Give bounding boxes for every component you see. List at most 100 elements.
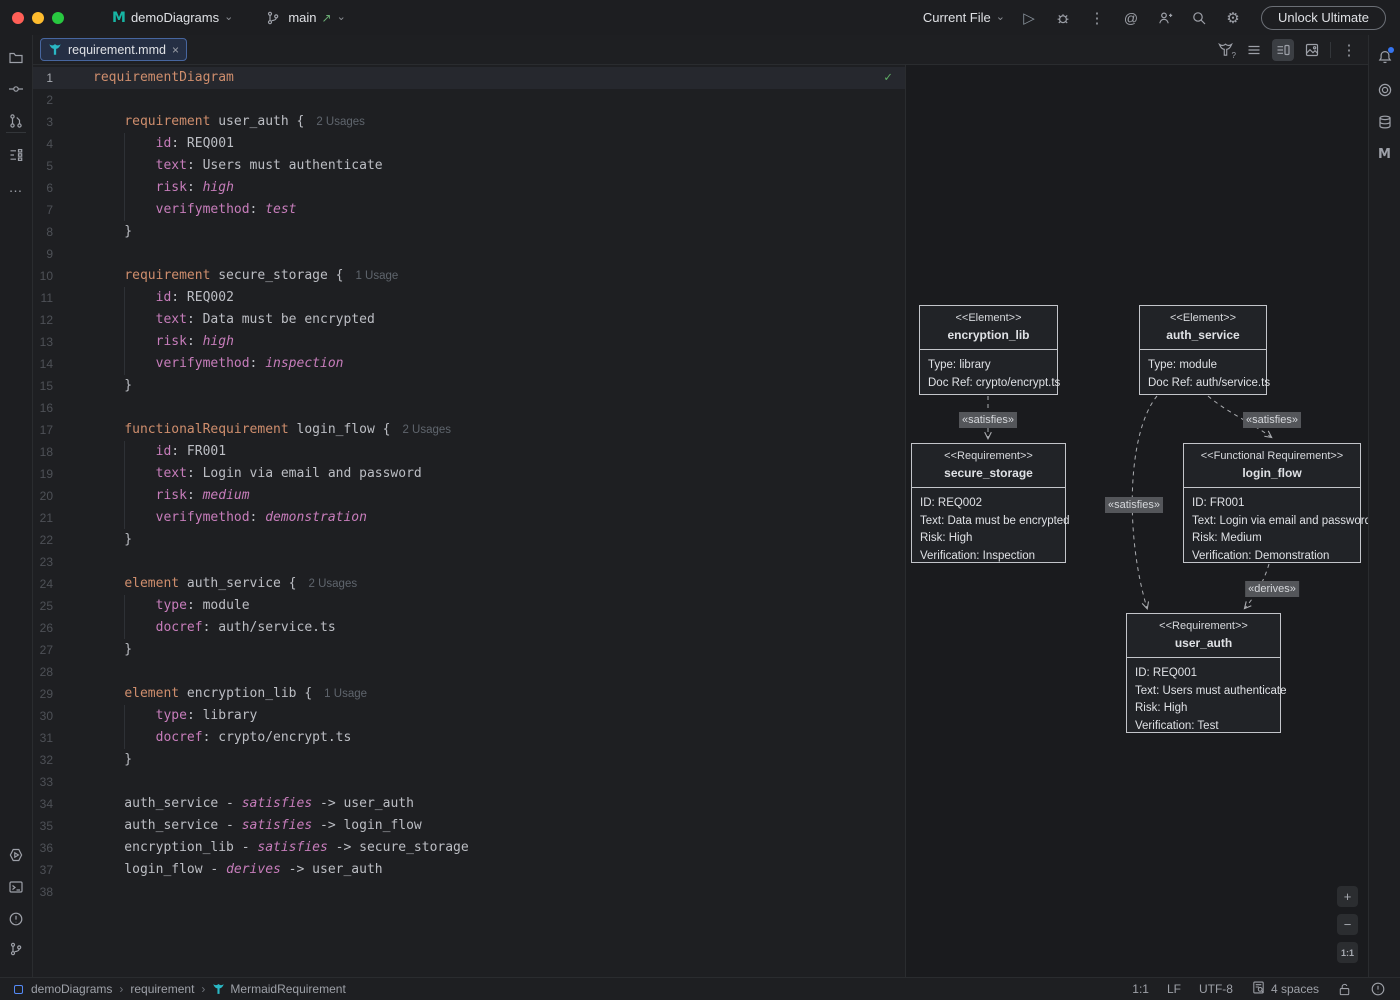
line-number[interactable]: 9 xyxy=(33,243,53,265)
line-number[interactable]: 4 xyxy=(33,133,53,155)
line-number[interactable]: 32 xyxy=(33,749,53,771)
line-number[interactable]: 37 xyxy=(33,859,53,881)
line-number[interactable]: 8 xyxy=(33,221,53,243)
code-line[interactable]: 29 element encryption_lib {1 Usage xyxy=(33,683,905,705)
debug-button[interactable] xyxy=(1053,8,1073,28)
code-line[interactable]: 27 } xyxy=(33,639,905,661)
line-number[interactable]: 16 xyxy=(33,397,53,419)
line-number[interactable]: 6 xyxy=(33,177,53,199)
m-plugin-icon[interactable]: M xyxy=(1375,144,1395,164)
tab-close-icon[interactable]: × xyxy=(172,43,179,57)
code-line[interactable]: 15 } xyxy=(33,375,905,397)
code-line[interactable]: 3 requirement user_auth {2 Usages xyxy=(33,111,905,133)
line-number[interactable]: 35 xyxy=(33,815,53,837)
zoom-out-button[interactable]: − xyxy=(1337,914,1358,935)
line-number[interactable]: 29 xyxy=(33,683,53,705)
code-line[interactable]: 12 text: Data must be encrypted xyxy=(33,309,905,331)
code-line[interactable]: 16 xyxy=(33,397,905,419)
window-zoom-button[interactable] xyxy=(52,12,64,24)
commit-tool-icon[interactable] xyxy=(6,79,26,99)
breadcrumb-element[interactable]: MermaidRequirement xyxy=(230,982,345,996)
code-line[interactable]: 8 } xyxy=(33,221,905,243)
code-line[interactable]: 4 id: REQ001 xyxy=(33,133,905,155)
line-number[interactable]: 23 xyxy=(33,551,53,573)
code-line[interactable]: 14 verifymethod: inspection xyxy=(33,353,905,375)
code-line[interactable]: 24 element auth_service {2 Usages xyxy=(33,573,905,595)
pull-requests-tool-icon[interactable] xyxy=(6,111,26,131)
line-number[interactable]: 24 xyxy=(33,573,53,595)
code-line[interactable]: 1requirementDiagram✓ xyxy=(33,67,905,89)
line-number[interactable]: 25 xyxy=(33,595,53,617)
line-number[interactable]: 10 xyxy=(33,265,53,287)
database-tool-icon[interactable] xyxy=(1375,112,1395,132)
code-line[interactable]: 31 docref: crypto/encrypt.ts xyxy=(33,727,905,749)
line-number[interactable]: 21 xyxy=(33,507,53,529)
code-line[interactable]: 28 xyxy=(33,661,905,683)
line-number[interactable]: 22 xyxy=(33,529,53,551)
unlock-ultimate-button[interactable]: Unlock Ultimate xyxy=(1261,6,1386,30)
code-line[interactable]: 22 } xyxy=(33,529,905,551)
line-number[interactable]: 13 xyxy=(33,331,53,353)
usages-inlay-hint[interactable]: 2 Usages xyxy=(309,578,358,590)
code-line[interactable]: 35 auth_service - satisfies -> login_flo… xyxy=(33,815,905,837)
split-view-icon[interactable] xyxy=(1272,39,1294,61)
code-line[interactable]: 11 id: REQ002 xyxy=(33,287,905,309)
more-actions-button[interactable]: ⋮ xyxy=(1087,8,1107,28)
line-number[interactable]: 33 xyxy=(33,771,53,793)
code-line[interactable]: 13 risk: high xyxy=(33,331,905,353)
preview-only-view-icon[interactable] xyxy=(1301,39,1323,61)
search-everywhere-icon[interactable] xyxy=(1189,8,1209,28)
code-line[interactable]: 9 xyxy=(33,243,905,265)
editor-only-view-icon[interactable] xyxy=(1243,39,1265,61)
line-number[interactable]: 15 xyxy=(33,375,53,397)
code-line[interactable]: 37 login_flow - derives -> user_auth xyxy=(33,859,905,881)
line-number[interactable]: 36 xyxy=(33,837,53,859)
code-line[interactable]: 6 risk: high xyxy=(33,177,905,199)
line-number[interactable]: 31 xyxy=(33,727,53,749)
run-configuration-select[interactable]: Current File ⌄ xyxy=(923,10,1005,25)
code-line[interactable]: 18 id: FR001 xyxy=(33,441,905,463)
code-line[interactable]: 25 type: module xyxy=(33,595,905,617)
code-line[interactable]: 30 type: library xyxy=(33,705,905,727)
window-close-button[interactable] xyxy=(12,12,24,24)
breadcrumb-file[interactable]: requirement xyxy=(130,982,194,996)
line-number[interactable]: 27 xyxy=(33,639,53,661)
line-number[interactable]: 18 xyxy=(33,441,53,463)
code-line[interactable]: 32 } xyxy=(33,749,905,771)
caret-position[interactable]: 1:1 xyxy=(1132,982,1149,996)
more-tools-icon[interactable]: … xyxy=(6,177,26,197)
line-number[interactable]: 5 xyxy=(33,155,53,177)
line-number[interactable]: 3 xyxy=(33,111,53,133)
run-button[interactable]: ▷ xyxy=(1019,8,1039,28)
code-line[interactable]: 34 auth_service - satisfies -> user_auth xyxy=(33,793,905,815)
ai-chat-tool-icon[interactable] xyxy=(1375,80,1395,100)
problems-tool-icon[interactable] xyxy=(6,909,26,929)
line-separator[interactable]: LF xyxy=(1167,982,1181,996)
usages-inlay-hint[interactable]: 1 Usage xyxy=(355,270,398,282)
code-line[interactable]: 2 xyxy=(33,89,905,111)
code-editor[interactable]: 1requirementDiagram✓23 requirement user_… xyxy=(33,65,905,977)
code-with-me-icon[interactable] xyxy=(1155,8,1175,28)
code-line[interactable]: 5 text: Users must authenticate xyxy=(33,155,905,177)
code-line[interactable]: 21 verifymethod: demonstration xyxy=(33,507,905,529)
usages-inlay-hint[interactable]: 2 Usages xyxy=(316,116,365,128)
line-number[interactable]: 20 xyxy=(33,485,53,507)
code-line[interactable]: 7 verifymethod: test xyxy=(33,199,905,221)
line-number[interactable]: 7 xyxy=(33,199,53,221)
line-number[interactable]: 28 xyxy=(33,661,53,683)
line-number[interactable]: 1 xyxy=(33,67,53,89)
code-line[interactable]: 19 text: Login via email and password xyxy=(33,463,905,485)
file-encoding[interactable]: UTF-8 xyxy=(1199,982,1233,996)
write-access-lock-icon[interactable] xyxy=(1337,982,1352,997)
code-line[interactable]: 33 xyxy=(33,771,905,793)
settings-gear-icon[interactable]: ⚙ xyxy=(1223,8,1243,28)
code-line[interactable]: 38 xyxy=(33,881,905,903)
code-line[interactable]: 36 encryption_lib - satisfies -> secure_… xyxy=(33,837,905,859)
usages-inlay-hint[interactable]: 1 Usage xyxy=(324,688,367,700)
line-number[interactable]: 26 xyxy=(33,617,53,639)
zoom-in-button[interactable]: + xyxy=(1337,886,1358,907)
mermaid-help-icon[interactable]: ? xyxy=(1214,39,1236,61)
git-tool-icon[interactable] xyxy=(6,939,26,959)
zoom-reset-button[interactable]: 1:1 xyxy=(1337,942,1358,963)
line-number[interactable]: 11 xyxy=(33,287,53,309)
